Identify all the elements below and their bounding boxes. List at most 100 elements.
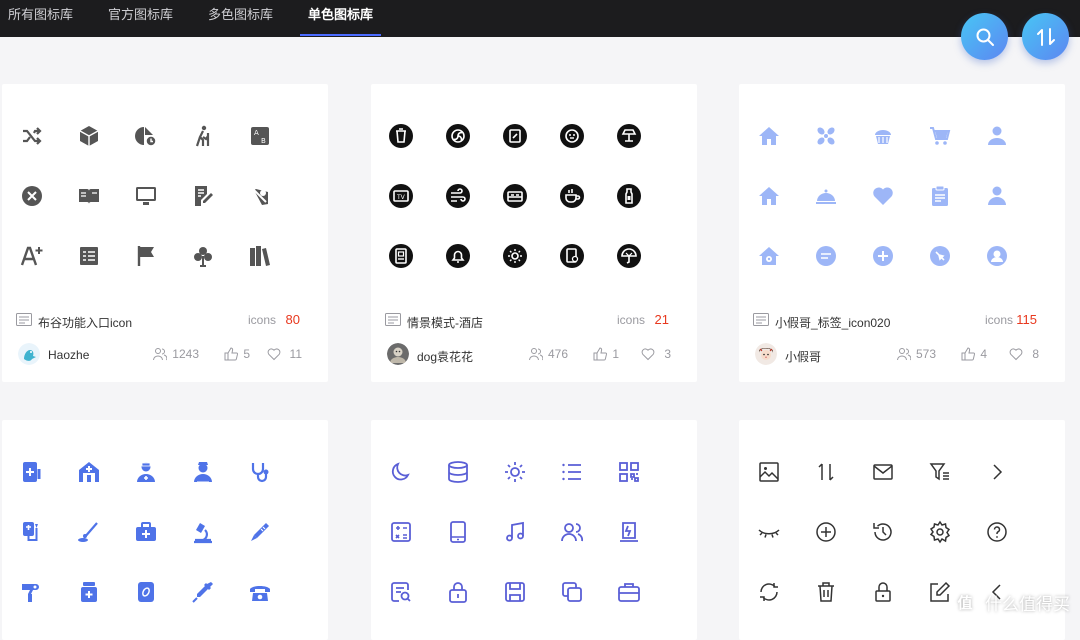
icons-label: icons [247,313,276,327]
favorites-stat[interactable]: 11 [267,347,302,361]
icon-count: 21 [654,312,669,327]
favorites-count: 11 [289,347,302,361]
icon-count: 115 [1016,312,1037,327]
chevron-right-icon [985,460,1009,484]
hiking-icon [191,124,215,148]
plus-circle-icon [871,244,895,268]
wind-icon [446,184,470,208]
avatar[interactable] [755,343,777,365]
site-watermark: 值 什么值得买 [951,588,1070,616]
avatar[interactable] [18,343,40,365]
library-name[interactable]: 情景模式-酒店 [407,314,483,331]
cart-icon [928,124,952,148]
views-stat: 1243 [153,347,199,361]
refresh-icon [757,580,781,604]
likes-stat[interactable]: 4 [961,347,987,361]
views-count: 573 [915,347,936,361]
sort-button[interactable] [1022,13,1069,60]
icon-library-card[interactable]: A B 布谷功能入口icon icons 80 Haozhe 1243 5 11 [2,84,328,382]
watermark-logo: 值 [951,588,979,616]
save-icon [503,580,527,604]
trash-bin-icon [389,124,413,148]
stethoscope-icon [248,460,272,484]
svg-text:TV: TV [396,194,406,201]
microscope-icon [191,520,215,544]
user-icon [985,124,1009,148]
nurse-icon [191,460,215,484]
clipboard-icon [928,184,952,208]
thumbs-up-icon [961,347,976,361]
users-icon [560,520,584,544]
icon-count: 80 [285,312,300,327]
phone-card-icon [389,244,413,268]
settings-icon [928,520,952,544]
library-meta: 情景模式-酒店 icons 21 [385,312,669,330]
icon-library-card[interactable] [371,420,697,640]
tab-official-libraries[interactable]: 官方图标库 [108,0,173,37]
author-name[interactable]: Haozhe [48,348,89,362]
thumbs-up-icon [224,347,239,361]
lock-icon [446,580,470,604]
hospital-icon [77,460,101,484]
person-icon [985,184,1009,208]
sort-arrows-icon [814,460,838,484]
help-icon [985,520,1009,544]
monitor-icon [134,184,158,208]
tab-all-libraries[interactable]: 所有图标库 [8,0,73,37]
favorites-count: 3 [664,347,671,361]
favorites-count: 8 [1032,347,1039,361]
mail-icon [871,460,895,484]
house-icon [757,184,781,208]
likes-stat[interactable]: 1 [593,347,619,361]
top-nav-bar: 所有图标库 官方图标库 多色图标库 单色图标库 [0,0,1080,37]
medical-doc-icon [20,460,44,484]
briefcase-icon [617,580,641,604]
home-outline-icon [757,244,781,268]
author-name[interactable]: dog袁花花 [417,348,473,365]
icons-label: icons [616,313,645,327]
tab-mono-libraries[interactable]: 单色图标库 [308,0,373,37]
views-count: 476 [547,347,568,361]
tab-multicolor-libraries[interactable]: 多色图标库 [208,0,273,37]
copy-icon [560,580,584,604]
delete-icon [814,580,838,604]
bottle-icon [617,184,641,208]
iv-drip-icon [20,520,44,544]
library-name[interactable]: 布谷功能入口icon [38,314,132,331]
svg-text:B: B [261,137,266,145]
thermo-gun-icon [20,580,44,604]
lamp-icon [617,124,641,148]
author-row: dog袁花花 476 1 3 [387,343,671,365]
list-box-icon [77,244,101,268]
icon-library-card[interactable] [2,420,328,640]
likes-stat[interactable]: 5 [224,347,250,361]
coffee-icon [560,184,584,208]
fan-icon [446,124,470,148]
author-name[interactable]: 小假哥 [785,348,821,365]
eye-closed-icon [757,520,781,544]
bed-icon [503,184,527,208]
umbrella-icon [617,244,641,268]
database-icon [446,460,470,484]
power-icon [617,520,641,544]
syringe-icon [191,580,215,604]
avatar[interactable] [387,343,409,365]
chat-bubble-icon [814,244,838,268]
collaborators-icon [896,348,911,361]
sun-icon [503,244,527,268]
icon-library-card[interactable]: TV 情景模式-酒店 icons 21 dog袁花花 476 1 3 [371,84,697,382]
dial-icon [560,124,584,148]
list-icon [560,460,584,484]
favorites-stat[interactable]: 8 [1009,347,1039,361]
books-icon [248,244,272,268]
image-icon [757,460,781,484]
card-lock-icon [560,244,584,268]
close-circle-icon [20,184,44,208]
first-aid-kit-icon [134,520,158,544]
search-button[interactable] [961,13,1008,60]
favorites-stat[interactable]: 3 [641,347,671,361]
edit-note-icon [191,184,215,208]
library-name[interactable]: 小假哥_标签_icon020 [775,314,890,331]
icon-library-card[interactable]: 小假哥_标签_icon020 icons 115 小假哥 573 4 8 [739,84,1065,382]
club-icon [191,244,215,268]
